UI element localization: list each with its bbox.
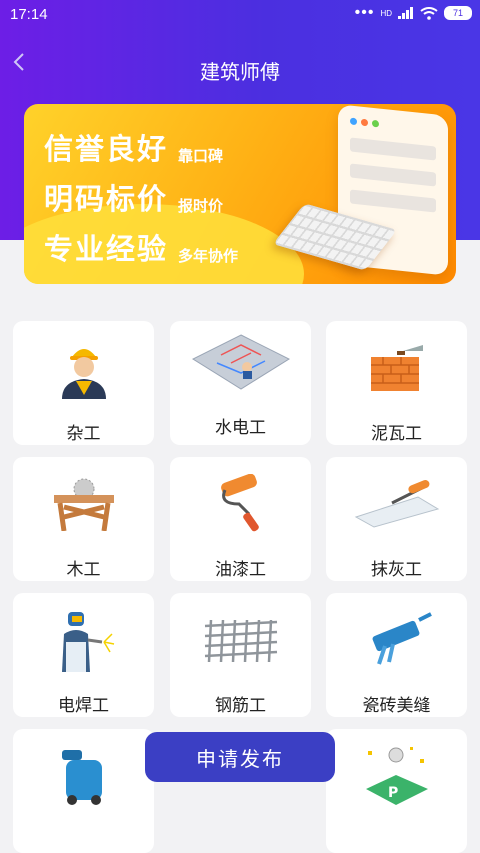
category-card-parking[interactable]: P bbox=[326, 729, 467, 853]
window-bar bbox=[350, 189, 436, 213]
category-label: 电焊工 bbox=[58, 696, 109, 716]
category-label: 木工 bbox=[66, 560, 101, 580]
window-dot-icon bbox=[372, 119, 379, 128]
banner-headline: 信誉良好 bbox=[44, 132, 169, 166]
caulk-gun-icon bbox=[326, 607, 467, 673]
window-dot-icon bbox=[361, 118, 368, 127]
category-card-mugong[interactable]: 木工 bbox=[13, 457, 154, 581]
welder-icon bbox=[13, 607, 154, 673]
rebar-mesh-icon bbox=[170, 607, 311, 673]
plaster-trowel-icon bbox=[326, 471, 467, 537]
category-card-mohuigong[interactable]: 抹灰工 bbox=[326, 457, 467, 581]
svg-text:P: P bbox=[388, 785, 398, 801]
category-label: 钢筋工 bbox=[215, 696, 266, 716]
banner-subline: 靠口碑 bbox=[178, 147, 224, 165]
banner-row-2: 明码标价 报时价 bbox=[44, 176, 223, 218]
navigation-bar: 建筑师傅 bbox=[0, 40, 480, 96]
plumbing-plan-icon bbox=[170, 329, 311, 395]
wifi-icon bbox=[420, 6, 438, 20]
promo-banner[interactable]: 信誉良好 靠口碑 明码标价 报时价 专业经验 多年协作 bbox=[24, 104, 456, 284]
window-bar bbox=[350, 163, 436, 187]
banner-row-3: 专业经验 多年协作 bbox=[44, 226, 238, 268]
status-time: 17:14 bbox=[10, 6, 48, 23]
battery-icon: 71 bbox=[444, 6, 472, 20]
page-title: 建筑师傅 bbox=[200, 60, 280, 84]
category-card-youqigong[interactable]: 油漆工 bbox=[170, 457, 311, 581]
banner-row-1: 信誉良好 靠口碑 bbox=[44, 126, 223, 168]
category-card-diahangong[interactable]: 电焊工 bbox=[13, 593, 154, 717]
banner-headline: 明码标价 bbox=[44, 182, 169, 216]
brick-wall-icon bbox=[326, 335, 467, 401]
category-card-zagong[interactable]: 杂工 bbox=[13, 321, 154, 445]
more-dots-icon: ••• bbox=[354, 4, 375, 21]
status-bar: 17:14 ••• HD 71 bbox=[0, 0, 480, 30]
parking-sign-icon: P bbox=[326, 743, 467, 809]
signal-icon bbox=[398, 7, 413, 19]
category-card-floor-cleaning[interactable] bbox=[13, 729, 154, 853]
category-label: 水电工 bbox=[215, 418, 266, 438]
worker-icon bbox=[13, 335, 154, 401]
category-card-niwagong[interactable]: 泥瓦工 bbox=[326, 321, 467, 445]
category-label: 杂工 bbox=[66, 424, 101, 444]
banner-headline: 专业经验 bbox=[44, 232, 169, 266]
category-card-cizhuanmeifeng[interactable]: 瓷砖美缝 bbox=[326, 593, 467, 717]
floor-scrubber-icon bbox=[13, 743, 154, 809]
banner-subline: 报时价 bbox=[178, 197, 224, 215]
network-label: HD bbox=[380, 8, 392, 18]
category-label: 泥瓦工 bbox=[371, 424, 422, 444]
category-label: 油漆工 bbox=[215, 560, 266, 580]
saw-table-icon bbox=[13, 471, 154, 537]
category-label: 抹灰工 bbox=[371, 560, 422, 580]
window-dot-icon bbox=[350, 117, 357, 126]
banner-subline: 多年协作 bbox=[178, 247, 239, 265]
status-icons: ••• HD 71 bbox=[354, 4, 472, 21]
category-card-gangjingong[interactable]: 钢筋工 bbox=[170, 593, 311, 717]
window-bar bbox=[350, 137, 436, 161]
category-label: 瓷砖美缝 bbox=[362, 696, 431, 716]
paint-roller-icon bbox=[170, 471, 311, 537]
apply-publish-button[interactable]: 申请发布 bbox=[145, 732, 335, 782]
category-card-shuidiangong[interactable]: 水电工 bbox=[170, 321, 311, 445]
